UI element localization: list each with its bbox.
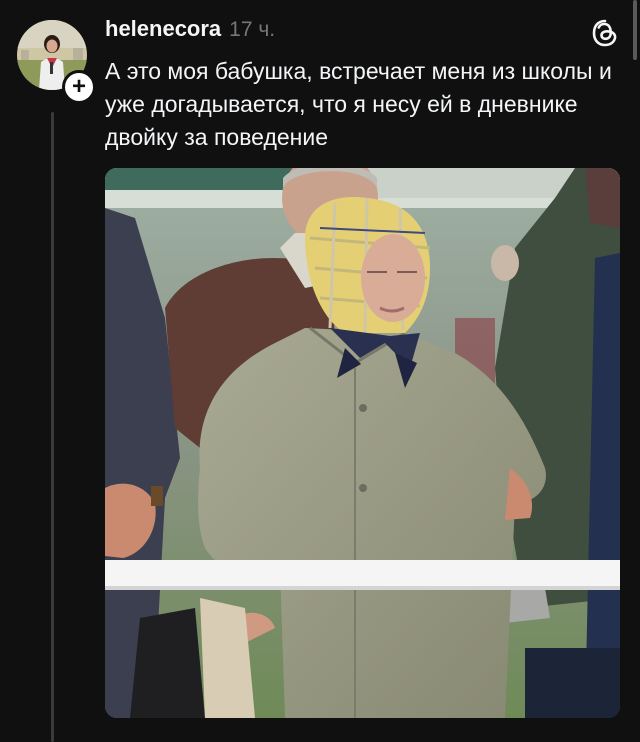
post-text: А это моя бабушка, встречает меня из шко…: [105, 58, 612, 150]
plus-icon: +: [71, 73, 86, 100]
scrollbar[interactable]: [633, 0, 637, 60]
threads-icon[interactable]: [590, 18, 620, 48]
timestamp: 17 ч.: [229, 18, 276, 41]
photo-image: [105, 168, 620, 718]
post-header: helenecora 17 ч.: [105, 16, 275, 42]
follow-button[interactable]: +: [62, 70, 96, 104]
thread-line: [51, 112, 54, 742]
post-photo[interactable]: [105, 168, 620, 718]
username[interactable]: helenecora: [105, 16, 221, 42]
